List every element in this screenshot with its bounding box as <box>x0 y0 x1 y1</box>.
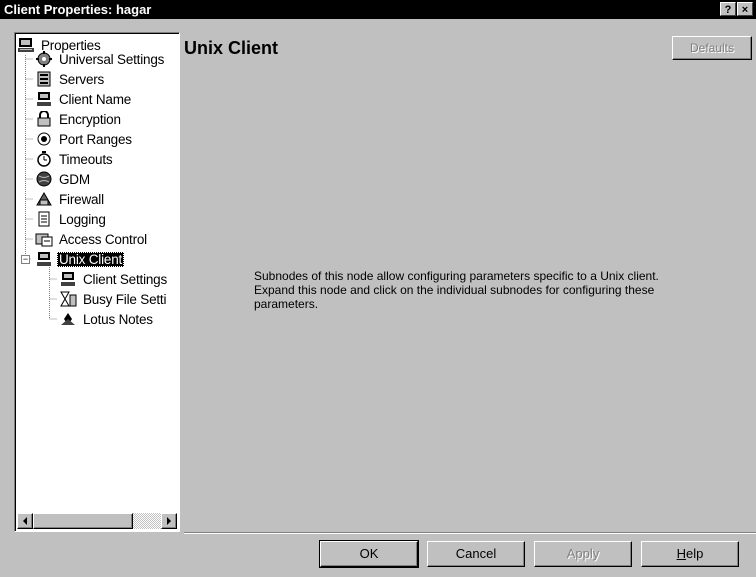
panel-description: Subnodes of this node allow configuring … <box>254 269 659 311</box>
stopwatch-icon <box>35 151 53 167</box>
settings-gear-icon <box>35 51 53 67</box>
help-button[interactable]: Help <box>641 541 739 567</box>
button-separator <box>184 532 756 534</box>
help-button-label: elp <box>686 546 704 561</box>
window-title: Client Properties: hagar <box>4 2 152 17</box>
lotus-notes-icon <box>59 311 77 327</box>
tree-item-busy-file-settings[interactable]: Busy File Setti <box>59 289 168 309</box>
properties-tree[interactable]: − Properties Universal Settings Servers <box>14 32 180 532</box>
right-arrow-icon <box>167 517 171 525</box>
access-control-icon <box>35 231 53 247</box>
tree-item-lotus-notes[interactable]: Lotus Notes <box>59 309 155 329</box>
tree-item-label: Unix Client <box>57 251 125 267</box>
panel-title: Unix Client <box>184 38 279 58</box>
tree-item-gdm[interactable]: GDM <box>35 169 92 189</box>
scroll-right-button[interactable] <box>161 513 177 529</box>
tree-item-label: Timeouts <box>59 151 113 167</box>
tree-item-universal-settings[interactable]: Universal Settings <box>35 49 166 69</box>
computer-icon <box>35 251 53 267</box>
tree-item-access-control[interactable]: Access Control <box>35 229 149 249</box>
tree-item-label: Access Control <box>59 231 147 247</box>
tree-item-servers[interactable]: Servers <box>35 69 106 89</box>
apply-button[interactable]: Apply <box>534 541 632 567</box>
computer-icon <box>35 91 53 107</box>
tree-item-unix-client[interactable]: Unix Client <box>35 249 125 269</box>
tree-item-client-settings[interactable]: Client Settings <box>59 269 169 289</box>
tree-item-timeouts[interactable]: Timeouts <box>35 149 114 169</box>
computer-icon <box>17 37 35 53</box>
help-title-button[interactable]: ? <box>720 2 736 16</box>
tree-item-encryption[interactable]: Encryption <box>35 109 123 129</box>
client-properties-dialog: Client Properties: hagar ? × − Propertie… <box>0 0 756 577</box>
help-button-mnemonic: H <box>676 546 687 561</box>
defaults-button[interactable]: Defaults <box>672 36 752 60</box>
collapse-unix-client-toggle[interactable]: − <box>21 255 30 264</box>
left-arrow-icon <box>23 517 27 525</box>
tree-item-label: Client Name <box>59 91 132 107</box>
title-bar: Client Properties: hagar ? × <box>0 0 756 19</box>
tree-item-label: Firewall <box>59 191 104 207</box>
tree-item-label: Busy File Setti <box>83 291 167 307</box>
tree-item-label: Port Ranges <box>59 131 132 147</box>
lock-icon <box>35 110 53 127</box>
tree-item-label: Universal Settings <box>59 51 165 67</box>
tree-item-logging[interactable]: Logging <box>35 209 108 229</box>
close-button[interactable]: × <box>737 2 753 16</box>
scroll-left-button[interactable] <box>17 513 33 529</box>
tree-horizontal-scrollbar[interactable] <box>17 513 177 529</box>
tree-item-firewall[interactable]: Firewall <box>35 189 106 209</box>
tree-item-client-name[interactable]: Client Name <box>35 89 133 109</box>
radio-port-icon <box>35 131 53 147</box>
hourglass-icon <box>59 291 77 307</box>
globe-icon <box>35 171 53 187</box>
cancel-button[interactable]: Cancel <box>427 541 525 567</box>
tree-item-label: Encryption <box>59 111 121 127</box>
server-icon <box>35 71 53 87</box>
tree-item-label: GDM <box>59 171 90 187</box>
tree-item-port-ranges[interactable]: Port Ranges <box>35 129 134 149</box>
computer-icon <box>59 271 77 287</box>
tree-item-label: Servers <box>59 71 105 87</box>
tree-item-label: Lotus Notes <box>83 311 153 327</box>
scrollbar-thumb[interactable] <box>33 513 133 529</box>
tree-item-label: Logging <box>59 211 106 227</box>
log-file-icon <box>35 211 53 227</box>
ok-button[interactable]: OK <box>319 540 419 568</box>
tree-item-label: Client Settings <box>83 271 168 287</box>
firewall-icon <box>35 191 53 207</box>
